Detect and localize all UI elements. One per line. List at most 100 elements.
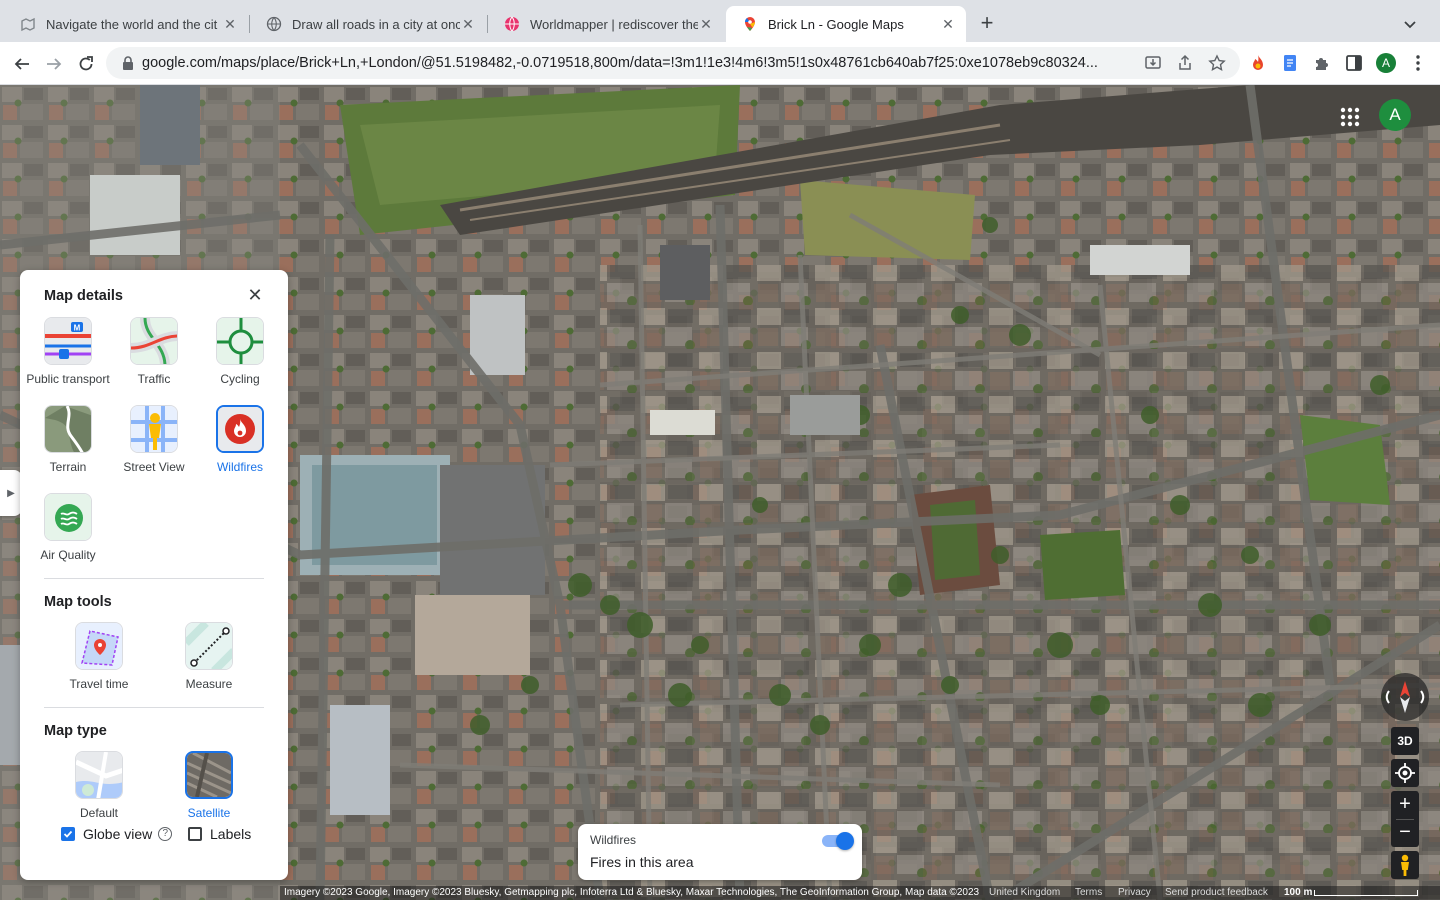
map-footer: Imagery ©2023 Google, Imagery ©2023 Blue… <box>280 886 1440 900</box>
checkbox-unchecked-icon[interactable] <box>188 827 202 841</box>
cycling-thumbnail <box>216 317 264 365</box>
my-location-icon <box>1395 763 1415 783</box>
map-type-default[interactable]: Default <box>56 751 142 821</box>
layer-terrain[interactable]: Terrain <box>25 405 111 475</box>
default-map-icon <box>76 752 122 798</box>
terms-link[interactable]: Terms <box>1075 887 1102 898</box>
back-button[interactable] <box>10 52 34 76</box>
close-icon[interactable]: ✕ <box>222 16 238 32</box>
expand-side-panel-button[interactable]: ▶ <box>0 470 22 516</box>
street-view-pegman-button[interactable] <box>1391 851 1419 879</box>
scale-label[interactable]: 100 m <box>1284 887 1312 898</box>
layer-label: Public transport <box>26 372 110 386</box>
browser-profile-avatar[interactable]: A <box>1376 53 1396 73</box>
tab-navigate[interactable]: Navigate the world and the cit ✕ <box>4 6 248 42</box>
wildfires-card-subtitle: Fires in this area <box>590 854 694 870</box>
tab-title: Brick Ln - Google Maps <box>768 16 904 32</box>
divider <box>1396 819 1414 820</box>
more-vertical-icon[interactable] <box>1410 53 1426 73</box>
new-tab-button[interactable]: + <box>976 12 998 35</box>
forward-button[interactable] <box>42 52 66 76</box>
terrain-icon <box>45 406 91 452</box>
close-panel-button[interactable]: ✕ <box>246 286 264 304</box>
reload-button[interactable] <box>74 52 98 76</box>
my-location-button[interactable] <box>1391 759 1419 787</box>
scale-bar <box>1314 890 1418 896</box>
terrain-thumbnail <box>44 405 92 453</box>
lock-icon[interactable] <box>120 55 136 71</box>
labels-checkbox[interactable]: Labels <box>188 826 251 842</box>
travel-time-thumbnail <box>75 622 123 670</box>
tool-measure[interactable]: Measure <box>166 622 252 692</box>
install-app-icon[interactable] <box>1144 54 1162 72</box>
fire-extension-icon[interactable] <box>1248 53 1268 73</box>
pegman-icon <box>1401 854 1409 876</box>
satellite-map[interactable]: A ▶ Map details ✕ M Public transport Tra… <box>0 85 1440 900</box>
close-icon[interactable]: ✕ <box>460 16 476 32</box>
tab-draw-roads[interactable]: Draw all roads in a city at once ✕ <box>250 6 486 42</box>
map-pin-gray-icon <box>21 17 35 32</box>
zoom-out-button[interactable]: − <box>1391 819 1419 847</box>
pegman-icon <box>131 406 177 452</box>
satellite-map-icon <box>187 753 231 797</box>
layer-label: Street View <box>123 460 185 474</box>
tool-travel-time[interactable]: Travel time <box>56 622 142 692</box>
address-bar[interactable]: google.com/maps/place/Brick+Ln,+London/@… <box>106 47 1240 79</box>
wildfires-thumbnail <box>216 405 264 453</box>
puzzle-extensions-icon[interactable] <box>1312 53 1332 73</box>
public-transport-thumbnail: M <box>44 317 92 365</box>
layer-public-transport[interactable]: M Public transport <box>25 317 111 387</box>
account-avatar[interactable]: A <box>1379 99 1411 131</box>
globe-view-checkbox[interactable]: Globe view ? <box>61 826 173 842</box>
arrow-left-icon <box>14 58 29 70</box>
document-extension-icon[interactable] <box>1280 53 1300 73</box>
toggle-3d-button[interactable]: 3D <box>1391 727 1419 755</box>
type-label: Satellite <box>187 806 231 820</box>
wildfires-card-title: Wildfires <box>590 833 637 847</box>
tab-title: Draw all roads in a city at once <box>292 16 460 32</box>
tab-search-chevron-icon[interactable] <box>1400 14 1420 34</box>
layer-wildfires[interactable]: Wildfires <box>197 405 283 475</box>
compass-icon <box>1385 681 1425 713</box>
measure-icon <box>186 623 232 669</box>
tab-strip: Navigate the world and the cit ✕ Draw al… <box>0 0 1440 42</box>
tool-label: Measure <box>185 677 233 691</box>
zoom-controls: + − <box>1391 791 1419 847</box>
zoom-in-button[interactable]: + <box>1391 791 1419 819</box>
globe-icon <box>266 16 282 32</box>
checkbox-checked-icon[interactable] <box>61 827 75 841</box>
wildfires-toggle[interactable] <box>822 832 854 850</box>
share-icon[interactable] <box>1176 54 1194 72</box>
reload-icon <box>79 56 93 71</box>
chevron-right-icon: ▶ <box>7 487 15 499</box>
toggle-knob <box>836 832 854 850</box>
layer-cycling[interactable]: Cycling <box>197 317 283 387</box>
map-type-satellite[interactable]: Satellite <box>166 751 252 821</box>
type-label: Default <box>79 806 119 820</box>
feedback-link[interactable]: Send product feedback <box>1165 887 1268 898</box>
layer-air-quality[interactable]: Air Quality <box>25 493 111 563</box>
layer-street-view[interactable]: Street View <box>111 405 197 475</box>
close-icon[interactable]: ✕ <box>698 16 714 32</box>
layer-label: Cycling <box>220 372 260 386</box>
layer-label: Traffic <box>137 372 171 386</box>
privacy-link[interactable]: Privacy <box>1118 887 1151 898</box>
layer-label: Air Quality <box>40 548 96 562</box>
google-apps-grid-icon[interactable] <box>1338 105 1362 129</box>
flame-icon <box>218 407 262 451</box>
help-icon[interactable]: ? <box>158 827 173 841</box>
tab-google-maps[interactable]: Brick Ln - Google Maps ✕ <box>726 6 966 42</box>
traffic-thumbnail <box>130 317 178 365</box>
side-panel-icon[interactable] <box>1344 53 1364 73</box>
close-icon[interactable]: ✕ <box>940 16 956 32</box>
air-quality-icon <box>45 494 91 540</box>
plus-icon: + <box>1399 793 1411 815</box>
travel-time-icon <box>76 623 122 669</box>
measure-thumbnail <box>185 622 233 670</box>
url-text[interactable]: google.com/maps/place/Brick+Ln,+London/@… <box>142 55 1132 71</box>
compass-button[interactable] <box>1381 673 1429 721</box>
star-icon[interactable] <box>1208 54 1226 72</box>
tab-worldmapper[interactable]: Worldmapper | rediscover the ✕ <box>488 6 724 42</box>
region-link[interactable]: United Kingdom <box>989 887 1060 898</box>
layer-traffic[interactable]: Traffic <box>111 317 197 387</box>
